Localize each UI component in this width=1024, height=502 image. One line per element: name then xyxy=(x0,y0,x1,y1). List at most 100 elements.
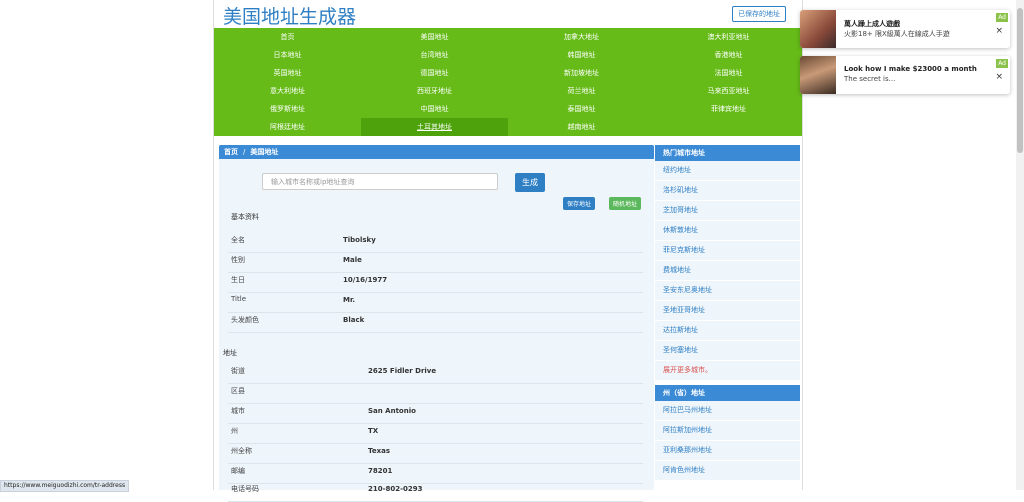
nav-item-canada[interactable]: 加拿大地址 xyxy=(508,28,655,46)
state-link-arkansas[interactable]: 阿肯色州地址 xyxy=(655,461,800,481)
row-label: 区县 xyxy=(231,387,245,395)
browser-status-bar: https://www.meiguodizhi.com/tr-address xyxy=(0,480,130,492)
row-value: San Antonio xyxy=(368,407,416,415)
nav-item-china[interactable]: 中国地址 xyxy=(361,100,508,118)
page-scrollbar[interactable] xyxy=(1016,0,1024,490)
row-label: 生日 xyxy=(231,276,245,284)
state-link-arizona[interactable]: 亚利桑那州地址 xyxy=(655,441,800,461)
nav-item-uk[interactable]: 英国地址 xyxy=(214,64,361,82)
hot-cities-heading: 热门城市地址 xyxy=(655,145,800,161)
address-row-state: 州 TX xyxy=(228,423,643,444)
city-link-san-antonio[interactable]: 圣安东尼奥地址 xyxy=(655,281,800,301)
row-label: Title xyxy=(231,295,247,303)
nav-item-russia[interactable]: 俄罗斯地址 xyxy=(214,100,361,118)
row-value: TX xyxy=(368,427,379,435)
nav-item-argentina[interactable]: 阿根廷地址 xyxy=(214,118,361,136)
site-header: 美国地址生成器 已保存的地址 xyxy=(214,0,802,28)
city-link-philadelphia[interactable]: 费城地址 xyxy=(655,261,800,281)
close-icon[interactable]: × xyxy=(995,72,1003,82)
nav-item-malaysia[interactable]: 马来西亚地址 xyxy=(655,82,802,100)
basic-info-title: 基本资料 xyxy=(231,213,259,221)
nav-item-home[interactable]: 首页 xyxy=(214,28,361,46)
row-label: 州 xyxy=(231,427,238,435)
info-row-gender: 性别 Male xyxy=(228,252,643,273)
nav-item-taiwan[interactable]: 台湾地址 xyxy=(361,46,508,64)
address-row-city: 城市 San Antonio xyxy=(228,403,643,424)
nav-item-us[interactable]: 美国地址 xyxy=(361,28,508,46)
nav-item-turkey[interactable]: 土耳其地址 xyxy=(361,118,508,136)
row-label: 城市 xyxy=(231,407,245,415)
ad-badge: Ad xyxy=(996,13,1008,22)
close-icon[interactable]: × xyxy=(995,26,1003,36)
ad-thumbnail xyxy=(800,10,836,48)
page-container: 美国地址生成器 已保存的地址 首页 美国地址 加拿大地址 澳大利亚地址 日本地址… xyxy=(213,0,803,502)
breadcrumb-separator: / xyxy=(243,148,246,156)
nav-item-italy[interactable]: 意大利地址 xyxy=(214,82,361,100)
city-link-san-jose[interactable]: 圣何塞地址 xyxy=(655,341,800,361)
address-row-county: 区县 xyxy=(228,383,643,404)
nav-item-philippines[interactable]: 菲律宾地址 xyxy=(655,100,802,118)
state-link-alabama[interactable]: 阿拉巴马州地址 xyxy=(655,401,800,421)
row-value: Mr. xyxy=(343,296,356,304)
nav-item-japan[interactable]: 日本地址 xyxy=(214,46,361,64)
ad-badge: Ad xyxy=(996,59,1008,68)
nav-item-australia[interactable]: 澳大利亚地址 xyxy=(655,28,802,46)
city-link-los-angeles[interactable]: 洛杉矶地址 xyxy=(655,181,800,201)
row-value: 10/16/1977 xyxy=(343,276,388,284)
nav-item-korea[interactable]: 韩国地址 xyxy=(508,46,655,64)
row-label: 电话号码 xyxy=(231,485,259,493)
nav-item-hongkong[interactable]: 香港地址 xyxy=(655,46,802,64)
ad-card-income[interactable]: Look how I make $23000 a month The secre… xyxy=(800,56,1010,94)
nav-item-vietnam[interactable]: 越南地址 xyxy=(508,118,655,136)
row-label: 州全称 xyxy=(231,447,252,455)
nav-item-spain[interactable]: 西班牙地址 xyxy=(361,82,508,100)
nav-item-singapore[interactable]: 新加坡地址 xyxy=(508,64,655,82)
ad-title[interactable]: 萬人躁上成人遊戲 xyxy=(844,19,900,29)
row-value: Male xyxy=(343,256,362,264)
breadcrumb-home[interactable]: 首页 xyxy=(224,148,238,156)
info-row-birthday: 生日 10/16/1977 xyxy=(228,272,643,293)
row-value: 78201 xyxy=(368,467,393,475)
address-row-phone: 电话号码 210-802-0293 xyxy=(228,481,643,502)
nav-item-germany[interactable]: 德国地址 xyxy=(361,64,508,82)
ad-title[interactable]: Look how I make $23000 a month xyxy=(844,65,977,73)
state-addresses-heading: 州（省）地址 xyxy=(655,385,800,401)
random-address-button[interactable]: 随机地址 xyxy=(609,197,642,210)
row-value: Tibolsky xyxy=(343,236,376,244)
generate-button[interactable]: 生成 xyxy=(515,173,545,192)
breadcrumb-current: 美国地址 xyxy=(250,148,279,156)
sidebar: 热门城市地址 纽约地址 洛杉矶地址 芝加哥地址 休斯敦地址 菲尼克斯地址 费城地… xyxy=(655,145,800,490)
row-value: 2625 Fidler Drive xyxy=(368,367,437,375)
row-label: 性别 xyxy=(231,256,245,264)
city-link-houston[interactable]: 休斯敦地址 xyxy=(655,221,800,241)
ad-subtitle[interactable]: The secret is... xyxy=(844,75,895,83)
row-label: 头发颜色 xyxy=(231,316,259,324)
city-link-san-diego[interactable]: 圣地亚哥地址 xyxy=(655,301,800,321)
info-row-title: Title Mr. xyxy=(228,292,643,313)
city-link-new-york[interactable]: 纽约地址 xyxy=(655,161,800,181)
address-row-state-full: 州全称 Texas xyxy=(228,443,643,464)
save-address-button[interactable]: 保存地址 xyxy=(563,197,596,210)
row-value: 210-802-0293 xyxy=(368,485,423,493)
city-link-chicago[interactable]: 芝加哥地址 xyxy=(655,201,800,221)
scrollbar-thumb[interactable] xyxy=(1017,8,1023,153)
city-link-dallas[interactable]: 达拉斯地址 xyxy=(655,321,800,341)
city-search-input[interactable]: 输入城市名称或ip地址查询 xyxy=(262,173,498,190)
nav-item-france[interactable]: 法国地址 xyxy=(655,64,802,82)
city-link-phoenix[interactable]: 菲尼克斯地址 xyxy=(655,241,800,261)
expand-more-cities-link[interactable]: 展开更多城市。 xyxy=(655,361,800,381)
row-label: 全名 xyxy=(231,236,245,244)
address-section-title: 地址 xyxy=(223,349,237,357)
ad-card-game[interactable]: 萬人躁上成人遊戲 火影18+ 限X級萬人在線成人手遊 Ad × xyxy=(800,10,1010,48)
info-row-fullname: 全名 Tibolsky xyxy=(228,232,643,253)
nav-item-thailand[interactable]: 泰国地址 xyxy=(508,100,655,118)
site-title[interactable]: 美国地址生成器 xyxy=(223,2,356,29)
row-label: 街道 xyxy=(231,367,245,375)
saved-addresses-button[interactable]: 已保存的地址 xyxy=(732,6,786,22)
ad-subtitle[interactable]: 火影18+ 限X級萬人在線成人手遊 xyxy=(844,29,950,39)
nav-item-netherlands[interactable]: 荷兰地址 xyxy=(508,82,655,100)
breadcrumb: 首页 / 美国地址 xyxy=(219,145,654,159)
state-link-alaska[interactable]: 阿拉斯加州地址 xyxy=(655,421,800,441)
ad-thumbnail xyxy=(800,56,836,94)
row-value: Texas xyxy=(368,447,390,455)
